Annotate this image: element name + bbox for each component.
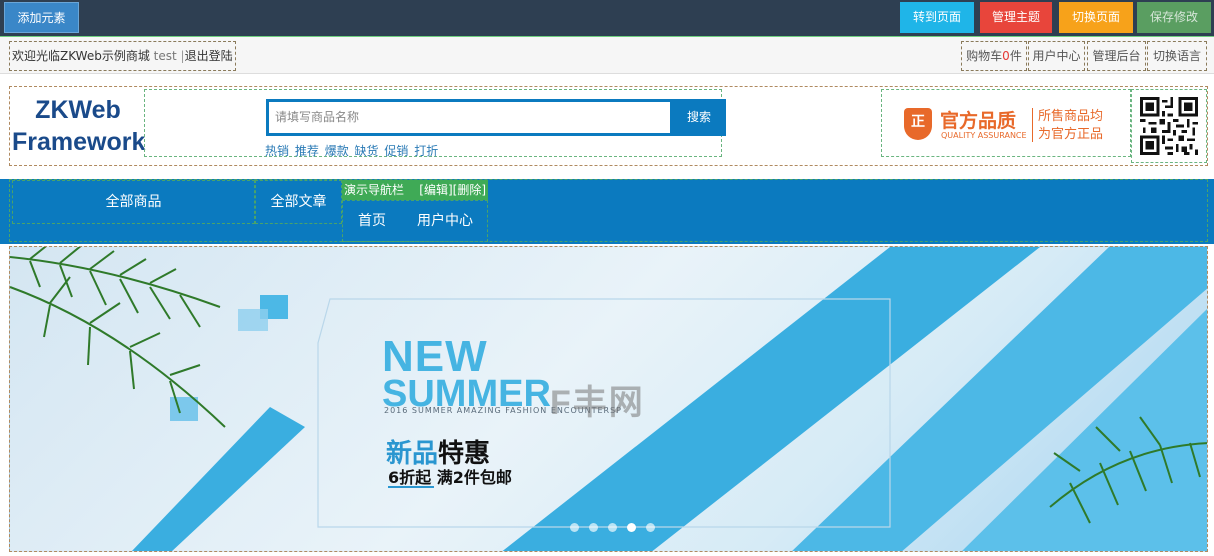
search-button[interactable]: 搜索 — [672, 99, 726, 136]
banner-promo-detail: 6折起 满2件包邮 — [388, 468, 512, 487]
qr-code-icon — [1140, 97, 1198, 155]
main-nav: 全部商品 全部文章 演示导航栏 [编辑][删除] 首页 用户中心 — [0, 179, 1214, 244]
logo-line2: Framework — [12, 128, 146, 156]
logo-line1: ZKWeb — [35, 96, 121, 124]
save-changes-button[interactable]: 保存修改 — [1137, 2, 1211, 33]
banner-stripe — [131, 407, 305, 551]
nav-user-center[interactable]: 用户中心 — [405, 201, 485, 241]
qr-code-widget — [1131, 89, 1207, 163]
page-root: 添加元素 转到页面 管理主题 切换页面 保存修改 欢迎光临ZKWeb示例商城 t… — [0, 0, 1214, 556]
quality-title: 官方品质 — [940, 110, 1017, 132]
manage-theme-button[interactable]: 管理主题 — [980, 2, 1052, 33]
hot-keyword[interactable]: 缺货 — [355, 144, 379, 158]
nav-container: 全部商品 全部文章 演示导航栏 [编辑][删除] 首页 用户中心 — [9, 179, 1208, 242]
carousel-dot[interactable] — [608, 523, 617, 532]
admin-link[interactable]: 管理后台 — [1087, 41, 1146, 71]
nav-all-products[interactable]: 全部商品 — [12, 180, 255, 224]
promo-underline — [388, 486, 434, 488]
username: test — [153, 49, 177, 63]
divider — [1032, 108, 1033, 142]
delete-link[interactable]: [删除] — [453, 183, 486, 197]
banner-carousel[interactable]: NEW SUMMER 2016 SUMMER AMAZING FASHION E… — [9, 246, 1208, 552]
header: ZKWeb Framework 请填写商品名称 搜索 热销 推荐 爆款 缺货 促… — [9, 86, 1208, 166]
quality-assurance-widget: 正 官方品质 QUALITY ASSURANCE 所售商品均 为官方正品 — [881, 89, 1131, 157]
welcome-widget: 欢迎光临ZKWeb示例商城 test |退出登陆 — [9, 41, 236, 71]
deco-square — [170, 397, 198, 421]
hot-keyword[interactable]: 促销 — [384, 144, 408, 158]
goto-page-button[interactable]: 转到页面 — [900, 2, 974, 33]
site-logo[interactable]: ZKWeb Framework — [12, 89, 146, 163]
nav-all-articles[interactable]: 全部文章 — [255, 180, 342, 224]
hot-keyword[interactable]: 推荐 — [295, 144, 319, 158]
user-center-link[interactable]: 用户中心 — [1028, 41, 1085, 71]
quality-desc-line2: 为官方正品 — [1038, 127, 1104, 142]
logout-link[interactable]: 退出登陆 — [185, 49, 233, 63]
hot-keyword[interactable]: 热销 — [265, 144, 289, 158]
cart-link[interactable]: 购物车0件 — [961, 41, 1027, 71]
search-input[interactable]: 请填写商品名称 — [266, 99, 673, 136]
switch-language-link[interactable]: 切换语言 — [1147, 41, 1207, 71]
demo-navbar-title: 演示导航栏 — [344, 183, 405, 197]
switch-page-button[interactable]: 切换页面 — [1059, 2, 1133, 33]
carousel-dot[interactable] — [570, 523, 579, 532]
cart-label: 购物车 — [966, 49, 1003, 63]
demo-navbar-links: 首页 用户中心 — [342, 200, 488, 242]
cart-unit: 件 — [1009, 49, 1022, 63]
hot-keywords: 热销 推荐 爆款 缺货 促销 打折 — [265, 142, 440, 159]
deco-square — [238, 309, 268, 331]
editor-toolbar: 添加元素 转到页面 管理主题 切换页面 保存修改 — [0, 0, 1214, 36]
top-links-bar: 欢迎光临ZKWeb示例商城 test |退出登陆 购物车0件 用户中心 管理后台… — [0, 36, 1214, 74]
edit-link[interactable]: [编辑] — [419, 183, 452, 197]
add-element-button[interactable]: 添加元素 — [4, 2, 79, 33]
cart-count: 0 — [1002, 49, 1010, 63]
hot-keyword[interactable]: 打折 — [414, 144, 438, 158]
carousel-dot[interactable] — [646, 523, 655, 532]
hot-keyword[interactable]: 爆款 — [325, 144, 349, 158]
quality-desc-line1: 所售商品均 — [1038, 109, 1104, 124]
carousel-dots — [570, 521, 665, 532]
quality-description: 所售商品均 为官方正品 — [1038, 108, 1103, 144]
shield-icon: 正 — [904, 108, 932, 140]
demo-navbar-header: 演示导航栏 [编辑][删除] — [342, 180, 488, 200]
search-widget: 请填写商品名称 搜索 热销 推荐 爆款 缺货 促销 打折 — [144, 89, 726, 159]
watermark: F丰网 — [550, 384, 645, 422]
quality-subtitle: QUALITY ASSURANCE — [941, 131, 1027, 140]
welcome-text: 欢迎光临ZKWeb示例商城 — [12, 49, 150, 63]
palm-leaf-icon — [10, 247, 221, 328]
nav-home[interactable]: 首页 — [343, 201, 401, 241]
carousel-dot[interactable] — [627, 523, 636, 532]
carousel-dot[interactable] — [589, 523, 598, 532]
